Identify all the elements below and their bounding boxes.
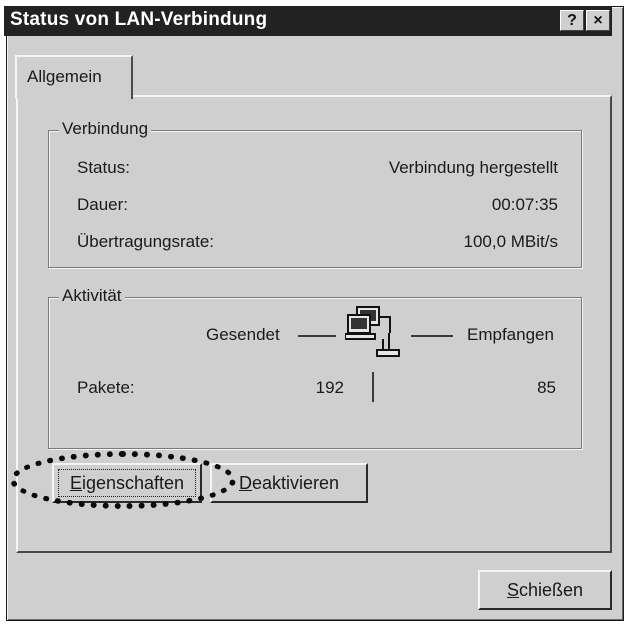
activity-group-label: Aktivität: [59, 286, 125, 306]
help-icon: ?: [567, 12, 577, 29]
help-button[interactable]: ?: [560, 10, 584, 31]
close-window-button[interactable]: ×: [586, 10, 610, 31]
focus-rectangle: [58, 469, 196, 497]
packets-sent-value: 192: [315, 378, 344, 397]
packets-label: Pakete:: [77, 378, 135, 397]
network-computers-icon: [345, 306, 400, 357]
speed-value: 100,0 MBit/s: [463, 232, 559, 251]
close-icon: ×: [593, 12, 603, 29]
status-value: Verbindung hergestellt: [388, 158, 558, 177]
title-bar[interactable]: Status von LAN-Verbindung ? ×: [4, 6, 612, 36]
speed-label: Übertragungsrate:: [77, 232, 215, 251]
deactivate-button[interactable]: Deaktivieren: [210, 463, 368, 503]
properties-button[interactable]: Eigenschaften: [52, 463, 202, 503]
close-button[interactable]: Schießen: [478, 570, 612, 610]
sent-line: [298, 335, 336, 337]
status-label: Status:: [77, 158, 130, 177]
connection-group-label: Verbindung: [59, 119, 152, 139]
packets-received-value: 85: [537, 378, 556, 397]
packets-separator: [372, 372, 374, 402]
duration-label: Dauer:: [77, 195, 129, 214]
duration-value: 00:07:35: [491, 195, 558, 214]
received-label: Empfangen: [467, 325, 554, 344]
received-line: [411, 335, 453, 337]
sent-label: Gesendet: [206, 325, 280, 344]
deactivate-mnemonic: D: [238, 473, 252, 493]
deactivate-label: eaktivieren: [251, 473, 340, 493]
activity-group: Aktivität: [48, 286, 582, 449]
tab-label: Allgemein: [27, 67, 102, 86]
window-title: Status von LAN-Verbindung: [10, 9, 268, 30]
close-mnemonic: S: [506, 580, 519, 600]
close-label: chießen: [518, 580, 584, 600]
tab-allgemein[interactable]: Allgemein: [15, 55, 133, 99]
